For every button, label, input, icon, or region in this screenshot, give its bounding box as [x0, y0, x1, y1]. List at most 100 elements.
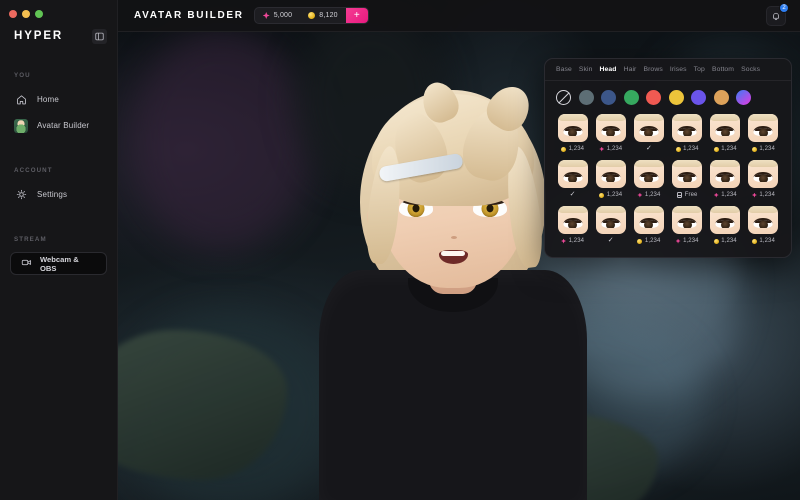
maximize-window-button[interactable]: [35, 9, 43, 18]
wardrobe-item[interactable]: 1,234: [555, 114, 590, 154]
sidebar-item-webcam-obs-label: Webcam & OBS: [40, 254, 79, 273]
swatch-tan[interactable]: [713, 90, 729, 105]
wardrobe-item-thumbnail: [672, 206, 703, 234]
swatch-gradient[interactable]: [736, 90, 751, 105]
tab-socks[interactable]: Socks: [741, 66, 760, 73]
sidebar-section-account-label: ACCOUNT: [14, 167, 53, 174]
wardrobe-item-price: 1,234: [599, 144, 622, 154]
wardrobe-item-price-label: 1,234: [644, 238, 661, 244]
gem-icon: [561, 238, 567, 244]
gem-icon: [751, 192, 757, 198]
tab-skin[interactable]: Skin: [579, 66, 593, 73]
wardrobe-item[interactable]: 1,234: [708, 160, 743, 200]
wardrobe-item-price-label: 1,234: [683, 146, 699, 152]
wardrobe-item-price-label: 1,234: [683, 238, 699, 244]
wardrobe-item-thumbnail: [672, 114, 703, 142]
sidebar-collapse-button[interactable]: [92, 28, 107, 44]
wardrobe-item-thumbnail: [557, 160, 588, 188]
page-title: AVATAR BUILDER: [134, 10, 244, 21]
bell-icon: [773, 12, 779, 20]
wardrobe-item[interactable]: 1,234: [746, 160, 781, 200]
wardrobe-item[interactable]: 1,234: [746, 114, 781, 154]
app-logo: HYPER: [14, 30, 64, 42]
swatch-none[interactable]: [556, 90, 571, 105]
wardrobe-item[interactable]: 1,234: [631, 160, 666, 200]
tab-irises[interactable]: Irises: [670, 66, 687, 73]
wardrobe-item-price-label: 1,234: [759, 238, 775, 244]
notifications-button[interactable]: 2: [766, 2, 789, 26]
add-currency-button[interactable]: +: [345, 8, 368, 23]
tab-hair[interactable]: Hair: [624, 66, 637, 73]
tab-brows[interactable]: Brows: [643, 66, 662, 73]
check-icon: ✓: [645, 145, 652, 152]
wardrobe-tabs: Base Skin Head Hair Brows Irises Top Bot…: [545, 59, 791, 81]
coin-icon: [599, 192, 605, 198]
minimize-window-button[interactable]: [22, 9, 30, 18]
gem-icon: [637, 192, 643, 198]
coin-icon: [637, 238, 643, 244]
sidebar-item-settings[interactable]: Settings: [0, 183, 117, 206]
app-window: HYPER YOU Home Avatar Builder ACCOUNT Se…: [0, 0, 800, 500]
wardrobe-item[interactable]: 1,234: [708, 206, 743, 246]
tab-head[interactable]: Head: [600, 66, 617, 73]
wardrobe-item[interactable]: Free: [670, 160, 705, 200]
wardrobe-item-price-label: 1,234: [568, 238, 585, 244]
wardrobe-item[interactable]: 1,234: [631, 206, 666, 246]
wardrobe-item-price: ✓: [608, 236, 614, 246]
gear-icon: [14, 188, 28, 202]
sidebar-item-home[interactable]: Home: [0, 88, 117, 111]
coin-icon: [751, 146, 757, 152]
swatch-slate[interactable]: [578, 90, 594, 105]
close-window-button[interactable]: [9, 9, 17, 18]
wardrobe-item[interactable]: 1,234: [593, 160, 628, 200]
swatch-purple[interactable]: [691, 90, 706, 105]
plus-icon: +: [353, 9, 360, 21]
sidebar-item-settings-label: Settings: [37, 190, 68, 199]
wardrobe-item[interactable]: 1,234: [555, 206, 590, 246]
wardrobe-item-price: 1,234: [751, 190, 775, 200]
currency-coins[interactable]: 8,120: [300, 8, 346, 23]
sidebar: HYPER YOU Home Avatar Builder ACCOUNT Se…: [0, 0, 118, 500]
wardrobe-item-price: 1,234: [561, 144, 584, 154]
wardrobe-item[interactable]: 1,234: [670, 206, 705, 246]
wardrobe-item-price-label: 1,234: [759, 146, 775, 152]
currency-coins-value: 8,120: [319, 12, 338, 19]
wardrobe-item-price: 1,234: [751, 236, 775, 246]
wardrobe-item[interactable]: 1,234: [593, 114, 628, 154]
tab-base[interactable]: Base: [556, 66, 572, 73]
wardrobe-item[interactable]: ✓: [593, 206, 628, 246]
avatar-thumbnail-icon: [14, 118, 28, 133]
wardrobe-item-thumbnail: [633, 160, 664, 188]
swatch-yellow[interactable]: [668, 90, 684, 105]
wardrobe-item-thumbnail: [710, 206, 741, 234]
gem-icon: [262, 12, 270, 19]
wardrobe-item[interactable]: ✓: [631, 114, 666, 154]
coin-icon: [713, 238, 719, 244]
video-camera-icon: [21, 255, 32, 273]
notifications-badge: 2: [779, 2, 789, 13]
wardrobe-item-price: 1,234: [637, 236, 660, 246]
swatch-coral[interactable]: [646, 90, 661, 105]
swatch-green[interactable]: [623, 90, 639, 105]
swatch-navy[interactable]: [601, 90, 616, 105]
sidebar-item-webcam-obs[interactable]: Webcam & OBS: [10, 252, 107, 275]
wardrobe-item-price-label: 1,234: [721, 146, 737, 152]
wardrobe-item-price: 1,234: [675, 144, 699, 154]
wardrobe-item-price-label: 1,234: [606, 146, 623, 152]
wardrobe-item-thumbnail: [748, 160, 779, 188]
wardrobe-item-price: 1,234: [713, 144, 737, 154]
wardrobe-item[interactable]: ✓: [555, 160, 590, 200]
sidebar-item-home-label: Home: [37, 95, 59, 104]
currency-bar: 5,000 8,120 +: [253, 7, 369, 24]
sidebar-section-you-label: YOU: [14, 72, 31, 79]
sidebar-item-avatar-builder[interactable]: Avatar Builder: [0, 114, 117, 137]
wardrobe-item[interactable]: 1,234: [746, 206, 781, 246]
wardrobe-item-price-label: 1,234: [568, 146, 585, 152]
tab-top[interactable]: Top: [694, 66, 705, 73]
wardrobe-item[interactable]: 1,234: [670, 114, 705, 154]
tab-bottom[interactable]: Bottom: [712, 66, 734, 73]
wardrobe-item-price: ✓: [646, 144, 652, 154]
wardrobe-item-thumbnail: [595, 114, 626, 142]
wardrobe-item[interactable]: 1,234: [708, 114, 743, 154]
currency-gems[interactable]: 5,000: [255, 8, 301, 23]
